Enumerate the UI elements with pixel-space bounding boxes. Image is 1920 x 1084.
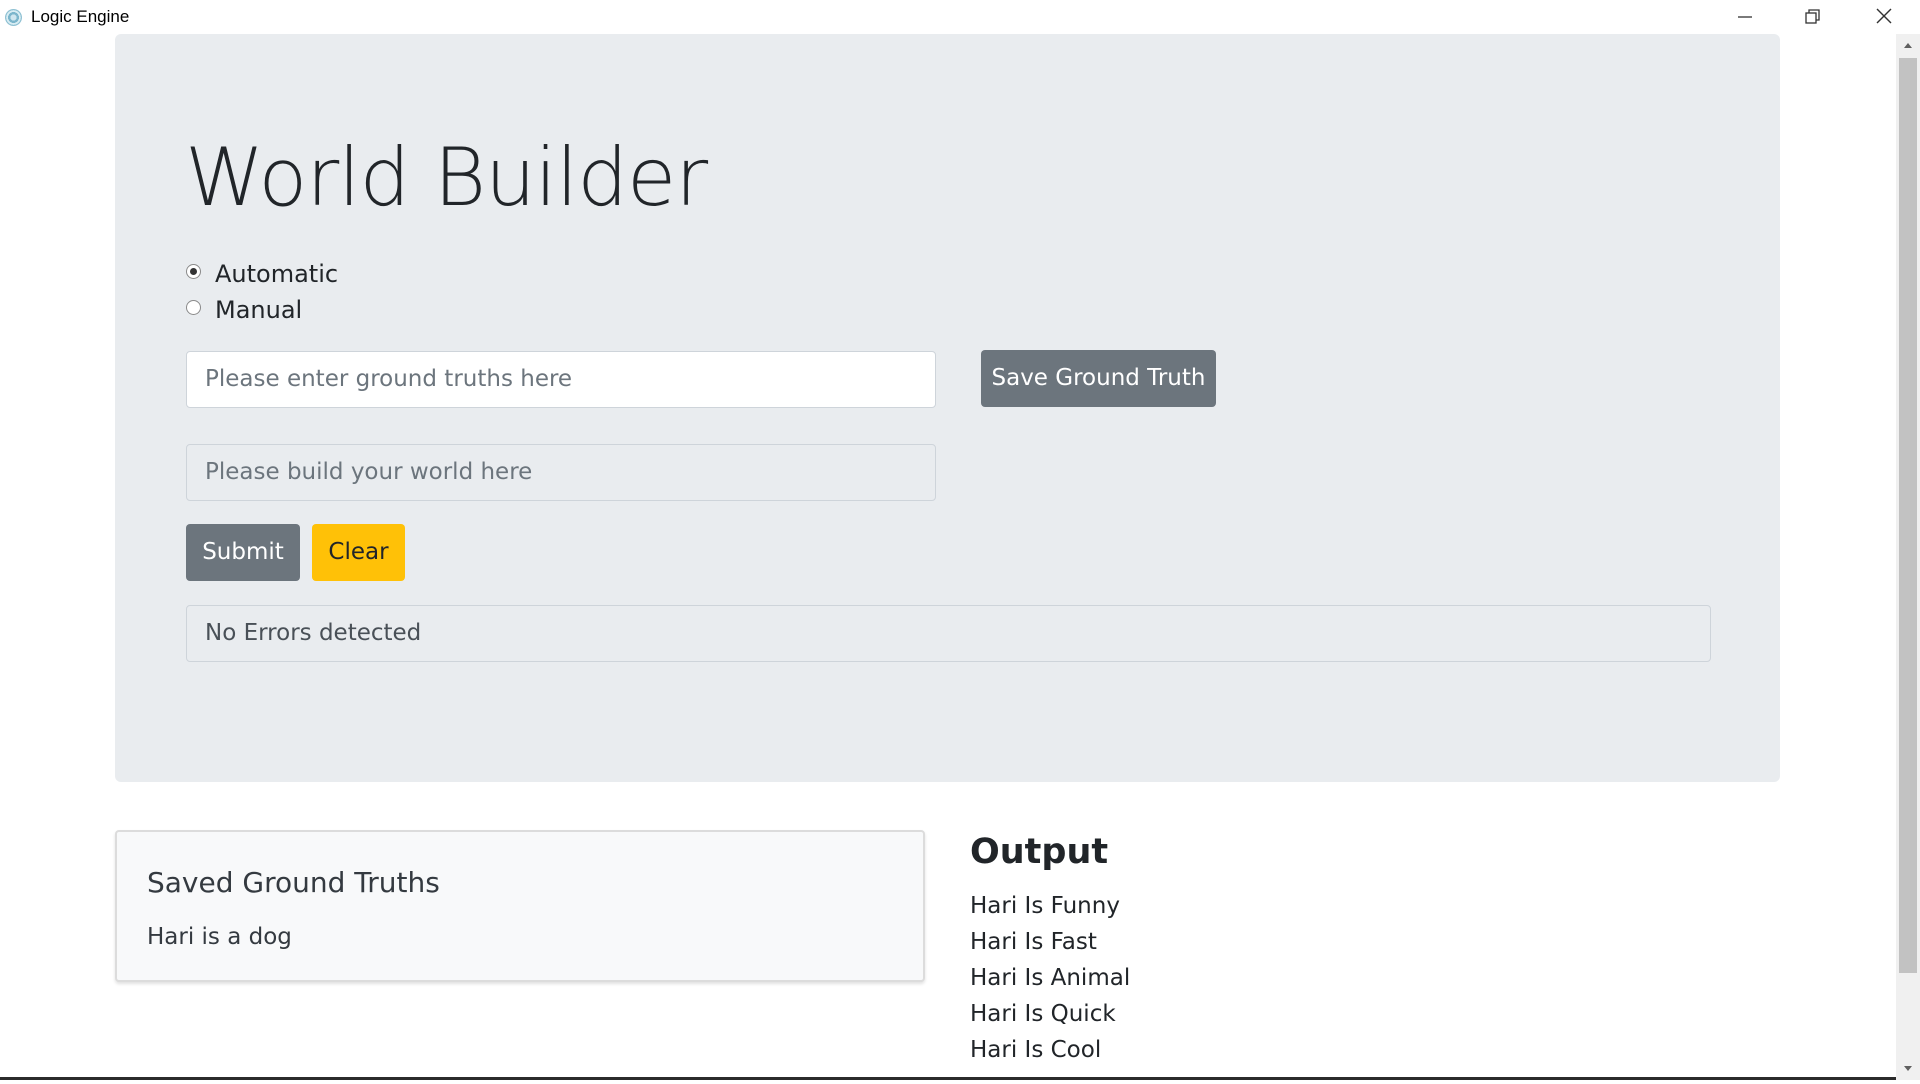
scroll-up-arrow-icon: [1904, 43, 1912, 48]
world-input[interactable]: Please build your world here: [186, 444, 936, 501]
window-title: Logic Engine: [31, 7, 130, 26]
page-title: World Builder: [185, 131, 708, 224]
saved-ground-truth-item: Hari is a dog: [147, 924, 292, 950]
title-bar: Logic Engine: [0, 0, 1920, 34]
close-button[interactable]: [1850, 0, 1918, 34]
radio-manual[interactable]: [186, 299, 201, 315]
scroll-down-arrow-icon: [1904, 1066, 1912, 1071]
scrollbar-thumb[interactable]: [1899, 58, 1917, 973]
minimize-button[interactable]: [1710, 0, 1778, 34]
output-list: Hari Is Funny Hari Is Fast Hari Is Anima…: [970, 888, 1130, 1068]
output-item: Hari Is Cool: [970, 1037, 1102, 1063]
scroll-down-button[interactable]: [1896, 1058, 1920, 1080]
submit-button[interactable]: Submit: [186, 524, 300, 581]
radio-automatic[interactable]: [186, 263, 201, 279]
electron-icon: [5, 9, 22, 26]
output-item: Hari Is Funny: [970, 893, 1120, 919]
restore-icon: [1805, 9, 1820, 24]
saved-ground-truths-title: Saved Ground Truths: [147, 866, 440, 899]
mode-option-manual[interactable]: Manual: [186, 296, 302, 324]
mode-option-automatic[interactable]: Automatic: [186, 260, 338, 288]
minimize-icon: [1738, 16, 1752, 18]
scroll-up-button[interactable]: [1896, 34, 1920, 56]
output-item: Hari Is Animal: [970, 965, 1131, 991]
status-message: No Errors detected: [186, 605, 1711, 662]
close-icon: [1876, 8, 1892, 24]
vertical-scrollbar[interactable]: [1896, 34, 1920, 1080]
output-item: Hari Is Quick: [970, 1001, 1116, 1027]
saved-ground-truths-card: Saved Ground Truths Hari is a dog: [115, 830, 925, 982]
save-ground-truth-button[interactable]: Save Ground Truth: [981, 350, 1216, 407]
output-title: Output: [970, 832, 1109, 872]
ground-truth-input[interactable]: Please enter ground truths here: [186, 351, 936, 408]
restore-button[interactable]: [1778, 0, 1846, 34]
world-builder-panel: World Builder Automatic Manual Please en…: [115, 34, 1780, 782]
clear-button[interactable]: Clear: [312, 524, 405, 581]
radio-label-manual: Manual: [215, 296, 303, 324]
output-item: Hari Is Fast: [970, 929, 1097, 955]
radio-label-automatic: Automatic: [215, 260, 339, 288]
